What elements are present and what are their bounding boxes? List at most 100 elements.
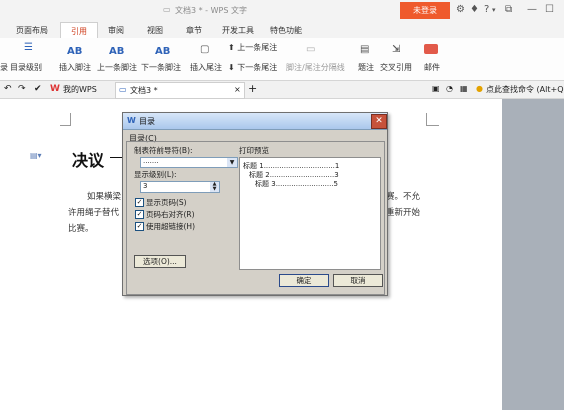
mail-icon	[424, 44, 438, 54]
add-tab-icon[interactable]: +	[248, 82, 257, 95]
next-endnote-button[interactable]: ⬇ 下一条尾注	[228, 62, 277, 73]
document-tab-label: 文档3 *	[130, 86, 158, 95]
view-icon[interactable]: ▣	[432, 84, 440, 93]
body-line-2-right[interactable]: 重新开始	[386, 206, 420, 218]
endnote-icon: ▢	[200, 44, 210, 55]
insert-endnote-button[interactable]: ▢ 插入尾注	[190, 40, 226, 78]
hyperlink-label: 使用超链接(H)	[146, 222, 195, 231]
prev-endnote-button[interactable]: ⬆ 上一条尾注	[228, 42, 277, 53]
mail-button[interactable]: 邮件	[422, 40, 444, 78]
preview-line-3: 标题 3..........................5	[255, 180, 339, 188]
next-footnote-icon: AB	[155, 46, 171, 57]
close-tab-icon[interactable]: ×	[234, 85, 241, 94]
toc-level-button[interactable]: ☰ 目录级别	[10, 40, 50, 78]
ok-button[interactable]: 确定	[279, 274, 329, 287]
right-align-checkbox[interactable]: ✓	[135, 210, 144, 219]
right-gray-panel	[502, 99, 564, 410]
cross-reference-label: 交叉引用	[380, 63, 412, 72]
minimize-icon[interactable]: —	[527, 4, 537, 15]
login-button[interactable]: 未登录	[400, 2, 450, 19]
footnote-ab-icon: AB	[67, 46, 83, 57]
right-align-label: 页码右对齐(R)	[146, 210, 195, 219]
footnote-separator-label: 脚注/尾注分隔线	[286, 63, 345, 72]
footnote-separator-button[interactable]: ▭ 脚注/尾注分隔线	[286, 40, 348, 78]
tab-review[interactable]: 审阅	[108, 25, 124, 36]
cross-reference-button[interactable]: ⇲ 交叉引用	[380, 40, 416, 78]
my-wps-tab[interactable]: 我的WPS	[63, 84, 97, 95]
menu-tab-bar: 页面布局 引用 审阅 视图 章节 开发工具 特色功能	[0, 22, 564, 40]
preview-label: 打印预览	[239, 146, 269, 155]
prev-footnote-icon: AB	[109, 46, 125, 57]
tab-section[interactable]: 章节	[186, 25, 202, 36]
doc-icon: ▭	[163, 5, 171, 14]
outline-marker-icon[interactable]: ▤▾	[30, 151, 42, 160]
insert-footnote-label: 插入脚注	[59, 63, 91, 72]
wps-logo-icon: W	[50, 84, 60, 94]
prev-footnote-button[interactable]: AB 上一条脚注	[97, 40, 139, 78]
show-page-numbers-label: 显示页码(S)	[146, 198, 187, 207]
tab-leader-label: 制表符前导符(B):	[134, 146, 193, 155]
options-button[interactable]: 选项(O)...	[134, 255, 186, 268]
shirt-icon[interactable]: ♦	[470, 4, 479, 15]
undo-icon[interactable]: ↶	[4, 84, 12, 94]
next-footnote-button[interactable]: AB 下一条脚注	[141, 40, 185, 78]
tab-special[interactable]: 特色功能	[270, 25, 302, 36]
tab-page-layout[interactable]: 页面布局	[16, 25, 48, 36]
document-tab[interactable]: ▭ 文档3 * ×	[115, 82, 245, 99]
mail-label: 邮件	[424, 63, 440, 72]
toc-preview-box: 标题 1................................1 标题…	[239, 157, 381, 270]
show-levels-stepper[interactable]: 3 ▲ ▼	[140, 181, 220, 193]
lightbulb-icon: ●	[476, 84, 483, 93]
cancel-button[interactable]: 取消	[333, 274, 383, 287]
tab-leader-select[interactable]: ....... ▼	[140, 157, 238, 168]
show-page-numbers-checkbox[interactable]: ✓	[135, 198, 144, 207]
separator-icon: ▭	[306, 44, 316, 55]
caption-icon: ▤	[360, 44, 370, 55]
restore-icon[interactable]: ⧉	[505, 4, 512, 15]
prev-endnote-icon: ⬆	[228, 43, 238, 52]
command-search[interactable]: 点此查找命令 (Alt+Q)	[486, 84, 564, 95]
body-line-1-right[interactable]: 赛。不允	[386, 190, 420, 202]
document-heading[interactable]: 决议	[72, 147, 104, 171]
toc-dialog: W 目录 ✕ 目录(C) 制表符前导符(B): ....... ▼ 显示级别(L…	[122, 112, 388, 296]
maximize-icon[interactable]: ☐	[545, 4, 554, 15]
margin-corner-top-left	[60, 113, 71, 126]
margin-corner-top-right	[426, 113, 439, 126]
customize-icon[interactable]: ✔	[34, 84, 42, 94]
title-bar: ▭ 文档3 * - WPS 文字 未登录 ⚙ ♦ ? ▾ ⧉ — ☐	[0, 0, 564, 22]
window-title: 文档3 * - WPS 文字	[175, 6, 247, 15]
quick-access-bar: ↶ ↷ ✔ W 我的WPS ▭ 文档3 * × + ▣ ◔ ▦ ● 点此查找命令…	[0, 81, 564, 99]
chevron-down-icon[interactable]: ▼	[227, 158, 237, 167]
doc-file-icon: ▭	[119, 85, 127, 94]
dialog-title: 目录	[139, 117, 155, 126]
share-icon[interactable]: ▦	[460, 84, 468, 93]
dialog-close-button[interactable]: ✕	[371, 114, 387, 129]
skin-icon[interactable]: ⚙	[456, 4, 465, 15]
help-icon[interactable]: ?	[484, 4, 489, 15]
dialog-title-bar[interactable]: W 目录 ✕	[123, 113, 387, 130]
next-footnote-label: 下一条脚注	[141, 63, 181, 72]
insert-footnote-button[interactable]: AB 插入脚注	[57, 40, 97, 78]
toc-group-box: 制表符前导符(B): ....... ▼ 显示级别(L): 3 ▲ ▼ ✓ 显示页…	[126, 141, 385, 295]
help-dropdown-icon[interactable]: ▾	[492, 6, 496, 14]
show-levels-value: 3	[143, 182, 148, 190]
tab-leader-value: .......	[143, 157, 159, 165]
caption-button[interactable]: ▤ 题注	[356, 40, 378, 78]
hyperlink-checkbox[interactable]: ✓	[135, 222, 144, 231]
tab-view[interactable]: 视图	[147, 25, 163, 36]
caption-label: 题注	[358, 63, 374, 72]
body-line-3[interactable]: 比赛。	[68, 222, 94, 234]
toc-level-label: 目录级别	[10, 63, 42, 72]
toc-level-icon: ☰	[24, 42, 33, 53]
history-icon[interactable]: ◔	[446, 84, 453, 93]
body-line-1-left[interactable]: 如果横梁	[87, 190, 121, 202]
body-line-2-left[interactable]: 许用绳子替代	[68, 206, 119, 218]
prev-footnote-label: 上一条脚注	[97, 63, 137, 72]
ribbon-toolbar: 录 ☰ 目录级别 AB 插入脚注 AB 上一条脚注 AB 下一条脚注 ▢ 插入尾…	[0, 38, 564, 81]
cross-reference-icon: ⇲	[392, 44, 401, 55]
stepper-arrows-icon[interactable]: ▲ ▼	[210, 182, 219, 192]
redo-icon[interactable]: ↷	[18, 84, 26, 94]
tab-developer[interactable]: 开发工具	[222, 25, 254, 36]
next-endnote-icon: ⬇	[228, 63, 238, 72]
insert-endnote-label: 插入尾注	[190, 63, 222, 72]
